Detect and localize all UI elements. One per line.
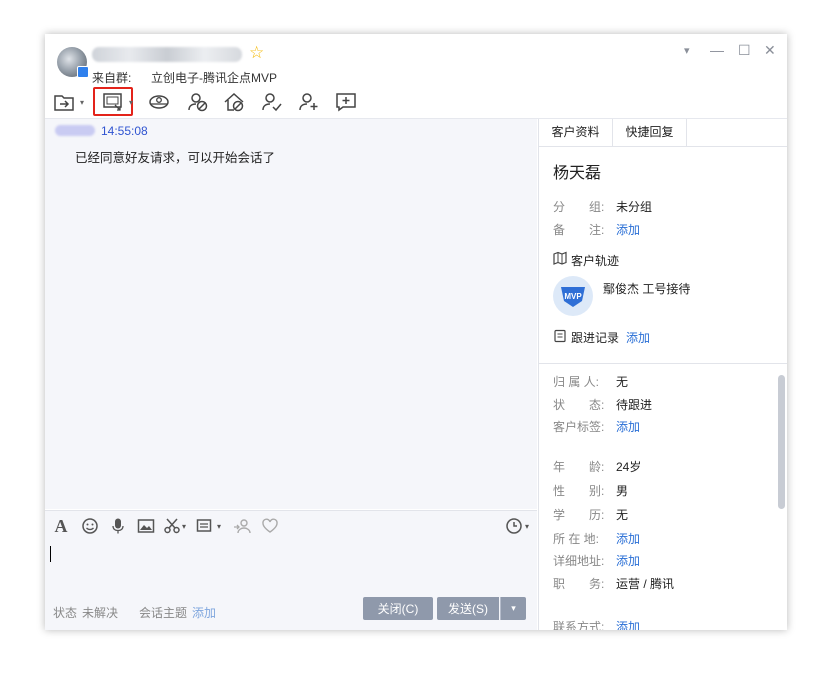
location-label: 所 在 地:	[553, 532, 600, 546]
state-value: 待跟进	[616, 398, 653, 412]
quick-phrase-icon[interactable]	[196, 517, 214, 535]
sender-name-blurred	[55, 125, 95, 136]
age-value: 24岁	[616, 460, 642, 474]
mvp-badge-icon: MVP	[553, 276, 593, 316]
note-label: 备 注:	[553, 223, 605, 237]
from-group-name: 立创电子-腾讯企点MVP	[151, 71, 278, 85]
history-clock-icon[interactable]	[505, 517, 523, 535]
message-time: 14:55:08	[101, 124, 148, 138]
from-group-label: 来自群:	[92, 71, 132, 85]
customer-sidebar: 客户资料 快捷回复 杨天磊 分 组: 未分组 备 注: 添加 客户轨迹 MVP …	[538, 119, 787, 630]
add-contact-icon[interactable]	[298, 91, 320, 113]
tab-customer-info[interactable]: 客户资料	[539, 119, 613, 146]
chat-history: 14:55:08 已经同意好友请求，可以开始会话了	[45, 119, 537, 509]
window-menu-dropdown-icon[interactable]: ▾	[684, 44, 690, 57]
text-cursor[interactable]	[50, 546, 51, 562]
device-badge-icon	[77, 66, 89, 78]
map-track-icon	[553, 251, 567, 265]
followup-title: 跟进记录	[571, 331, 620, 345]
send-options-dropdown-icon[interactable]: ▾	[500, 597, 526, 620]
history-dropdown-icon[interactable]: ▾	[525, 517, 529, 535]
position-label: 职 务:	[553, 577, 605, 591]
customer-name: 杨天磊	[553, 165, 602, 182]
contact-check-icon[interactable]	[261, 91, 283, 113]
contact-name-blurred	[92, 47, 242, 62]
contact-label: 联系方式:	[553, 620, 605, 630]
customer-track-title: 客户轨迹	[571, 254, 620, 268]
send-button[interactable]: 发送(S)	[437, 597, 499, 620]
block-user-icon[interactable]	[187, 91, 209, 113]
followup-record-icon	[553, 329, 567, 343]
note-add-link[interactable]: 添加	[616, 221, 640, 238]
gender-value: 男	[616, 484, 629, 498]
microphone-icon[interactable]	[109, 517, 127, 535]
position-value: 运营 / 腾讯	[616, 577, 675, 591]
topic-label: 会话主题	[139, 606, 188, 620]
followup-add-link[interactable]: 添加	[626, 329, 650, 346]
home-block-icon[interactable]	[223, 91, 245, 113]
quick-phrase-dropdown-icon[interactable]: ▾	[217, 517, 221, 535]
state-label: 状 态:	[553, 398, 605, 412]
transfer-contact-icon[interactable]	[233, 517, 251, 535]
sidebar-scrollbar[interactable]	[778, 375, 785, 509]
transfer-dropdown-icon[interactable]: ▾	[80, 98, 84, 107]
age-label: 年 龄:	[553, 460, 605, 474]
message-input-area: A ▾ ▾ ▾ 状态 未解决 会话主题 添加 关闭(C) 发送(S) ▾	[45, 510, 537, 630]
image-icon[interactable]	[137, 517, 155, 535]
transfer-icon[interactable]	[53, 91, 75, 113]
emoji-icon[interactable]	[81, 517, 99, 535]
location-add-link[interactable]: 添加	[616, 530, 640, 547]
owner-label: 归 属 人:	[553, 375, 600, 389]
sidebar-divider	[539, 363, 787, 364]
group-label: 分 组:	[553, 200, 605, 214]
close-button[interactable]: 关闭(C)	[363, 597, 433, 620]
font-icon[interactable]: A	[52, 516, 70, 536]
tags-label: 客户标签:	[553, 420, 605, 434]
favorite-heart-icon[interactable]	[261, 517, 279, 535]
star-icon[interactable]: ☆	[249, 43, 264, 63]
tab-quick-reply[interactable]: 快捷回复	[613, 119, 687, 146]
status-label: 状态	[53, 606, 78, 620]
gender-label: 性 别:	[553, 484, 605, 498]
education-value: 无	[616, 508, 629, 522]
message-text: 已经同意好友请求，可以开始会话了	[75, 151, 276, 165]
owner-value: 无	[616, 375, 629, 389]
education-label: 学 历:	[553, 508, 605, 522]
header: ☆ 来自群: 立创电子-腾讯企点MVP ▾ — ☐ ✕ ▾ ▾	[45, 34, 787, 119]
topic-add-link[interactable]: 添加	[192, 604, 216, 621]
address-label: 详细地址:	[553, 554, 605, 568]
screen-share-dropdown-icon[interactable]: ▾	[129, 98, 133, 107]
address-add-link[interactable]: 添加	[616, 552, 640, 569]
screenshot-scissors-icon[interactable]	[163, 517, 181, 535]
maximize-icon[interactable]: ☐	[738, 42, 751, 59]
screen-share-icon[interactable]	[102, 91, 124, 113]
status-value[interactable]: 未解决	[82, 604, 118, 621]
sidebar-tabs: 客户资料 快捷回复	[539, 119, 787, 147]
tags-add-link[interactable]: 添加	[616, 418, 640, 435]
minimize-icon[interactable]: —	[710, 42, 724, 58]
chat-window: ☆ 来自群: 立创电子-腾讯企点MVP ▾ — ☐ ✕ ▾ ▾ 14:55:08…	[45, 34, 787, 630]
monitor-icon[interactable]	[148, 91, 170, 113]
add-message-icon[interactable]	[335, 91, 357, 113]
group-value: 未分组	[616, 200, 653, 214]
contact-add-link[interactable]: 添加	[616, 618, 640, 630]
close-icon[interactable]: ✕	[764, 42, 776, 59]
screenshot-dropdown-icon[interactable]: ▾	[182, 517, 186, 535]
svg-text:MVP: MVP	[564, 292, 582, 301]
track-entry-text: 鄢俊杰 工号接待	[603, 282, 691, 296]
